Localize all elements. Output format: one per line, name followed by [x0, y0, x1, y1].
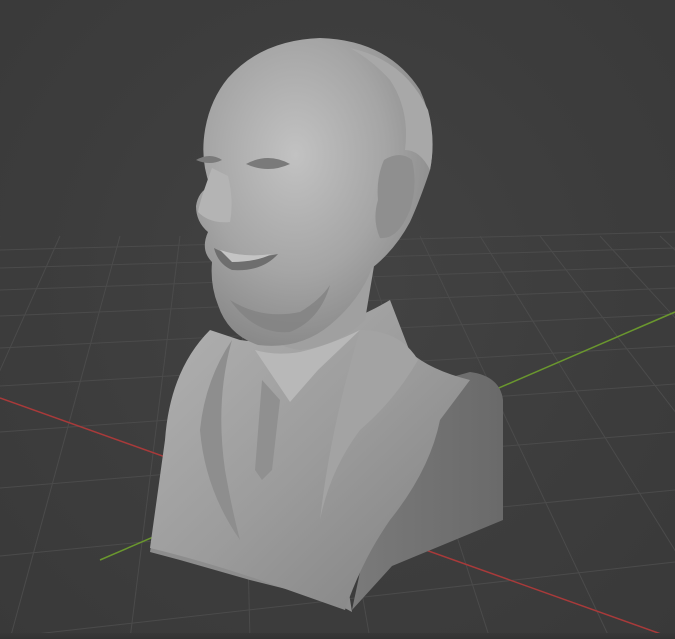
- bust-ear: [375, 155, 415, 239]
- viewport-canvas[interactable]: [0, 0, 675, 639]
- 3d-viewport[interactable]: [0, 0, 675, 639]
- viewport-bottom-edge: [0, 633, 675, 639]
- bust-nose: [198, 168, 232, 223]
